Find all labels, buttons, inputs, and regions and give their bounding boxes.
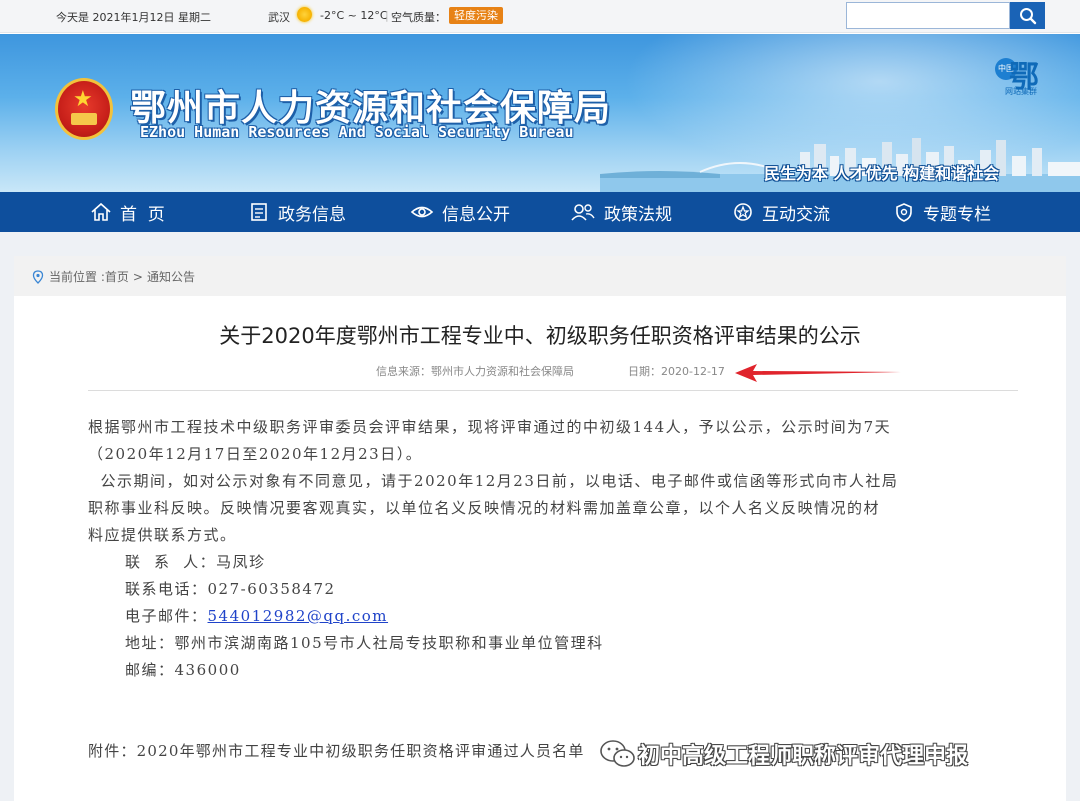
logo-caption: 网站集群 [1005,87,1037,96]
contact-person-label: 联 系 人： [125,553,217,571]
attachment-line[interactable]: 附件：2020年鄂州市工程专业中初级职务任职资格评审通过人员名单 [88,740,585,761]
nav-label: 政务信息 [278,204,346,225]
nav-label: 专题专栏 [923,204,991,225]
contact-email-label: 电子邮件： [125,607,208,625]
article-date: 日期：2020-12-17 [628,365,725,378]
nav-item-interaction[interactable]: 互动交流 [732,192,830,232]
breadcrumb-current[interactable]: 通知公告 [147,268,195,285]
nav-item-information-disclosure[interactable]: 信息公开 [410,192,510,232]
document-icon [251,203,267,221]
site-subtitle: EZhou Human Resources And Social Securit… [140,123,574,141]
people-icon [571,204,595,221]
watermark-text: 初中高级工程师职称评审代理申报 [638,744,969,769]
watermark: 初中高级工程师职称评审代理申报 [598,738,968,770]
location-pin-icon [32,269,44,284]
breadcrumb-separator: > [132,269,143,284]
nav-item-policies-regulations[interactable]: 政策法规 [570,192,672,232]
site-banner: ★ 鄂州市人力资源和社会保障局 EZhou Human Resources An… [0,34,1080,192]
breadcrumb-home-link[interactable]: 首页 [105,268,129,285]
article-title: 关于2020年度鄂州市工程专业中、初级职务任职资格评审结果的公示 [219,324,861,348]
search-button[interactable] [1010,2,1045,29]
contact-email-link[interactable]: 544012982@qq.com [208,607,389,625]
search-input[interactable] [846,2,1010,29]
main-navigation: 首 页 政务信息 信息公开 政策法规 互动交流 专题专栏 [0,192,1080,232]
contact-phone: 联系电话：027-60358472 [125,578,336,599]
national-emblem-logo: ★ [55,78,113,140]
contact-address: 地址：鄂州市滨湖南路105号市人社局专技职称和事业单位管理科 [125,632,604,653]
weather-city: 武汉 [268,11,290,24]
contact-address-value: 鄂州市滨湖南路105号市人社局专技职称和事业单位管理科 [174,634,604,652]
nav-item-special-topics[interactable]: 专题专栏 [893,192,991,232]
search-icon [1019,7,1036,24]
banner-slogan: 民生为本 人才优先 构建和谐社会 [764,164,1000,183]
contact-postcode-label: 邮编： [125,661,175,679]
contact-person-value: 马凤珍 [216,553,266,571]
top-info-bar: 今天是 2021年1月12日 星期二 武汉 -2°C ~ 12°C | 空气质量… [0,0,1080,33]
red-arrow-annotation-icon [735,364,901,382]
contact-postcode-value: 436000 [174,661,241,679]
title-divider [88,390,1018,391]
nav-label: 互动交流 [762,204,830,225]
nav-label: 政策法规 [604,204,672,225]
nav-label: 首 页 [120,204,165,225]
body-paragraph-1-line-1: 根据鄂州市工程技术中级职务评审委员会评审结果，现将评审通过的中初级144人，予以… [88,418,892,436]
current-date: 今天是 2021年1月12日 星期二 [56,11,211,24]
nav-item-home[interactable]: 首 页 [90,192,165,232]
contact-email: 电子邮件：544012982@qq.com [125,605,388,626]
air-quality-label: 空气质量： [391,11,446,24]
weather-temperature: -2°C ~ 12°C [320,9,388,22]
contact-address-label: 地址： [125,634,175,652]
tiananmen-gate-icon [71,113,97,125]
wechat-icon [600,740,635,767]
body-paragraph-2-line-3: 料应提供联系方式。 [88,526,237,544]
body-paragraph-2-line-1: 公示期间，如对公示对象有不同意见，请于2020年12月23日前，以电话、电子邮件… [88,472,899,490]
nav-label: 信息公开 [442,204,510,225]
article-source: 信息来源：鄂州市人力资源和社会保障局 [376,365,574,378]
contact-phone-label: 联系电话： [125,580,208,598]
nav-item-government-info[interactable]: 政务信息 [248,192,346,232]
air-quality-badge: 轻度污染 [449,7,503,24]
star-badge-icon [734,203,752,221]
eye-icon [410,206,434,218]
separator: | [385,9,389,22]
shield-icon [896,203,912,222]
contact-person: 联 系 人：马凤珍 [125,551,266,572]
contact-phone-value: 027-60358472 [207,580,336,598]
breadcrumb-prefix: 当前位置 : [49,270,105,284]
contact-postcode: 邮编：436000 [125,659,241,680]
breadcrumb: 当前位置 : 首页 > 通知公告 [32,268,195,285]
star-icon: ★ [73,87,93,112]
body-paragraph-1-line-2: （2020年12月17日至2020年12月23日）。 [88,445,423,463]
home-icon [91,202,111,221]
body-paragraph-2-line-2: 职称事业科反映。反映情况要客观真实，以单位名义反映情况的材料需加盖章公章，以个人… [88,499,881,517]
sun-icon [297,7,312,22]
site-cluster-logo[interactable]: 中国 鄂 网站集群 [993,52,1047,100]
